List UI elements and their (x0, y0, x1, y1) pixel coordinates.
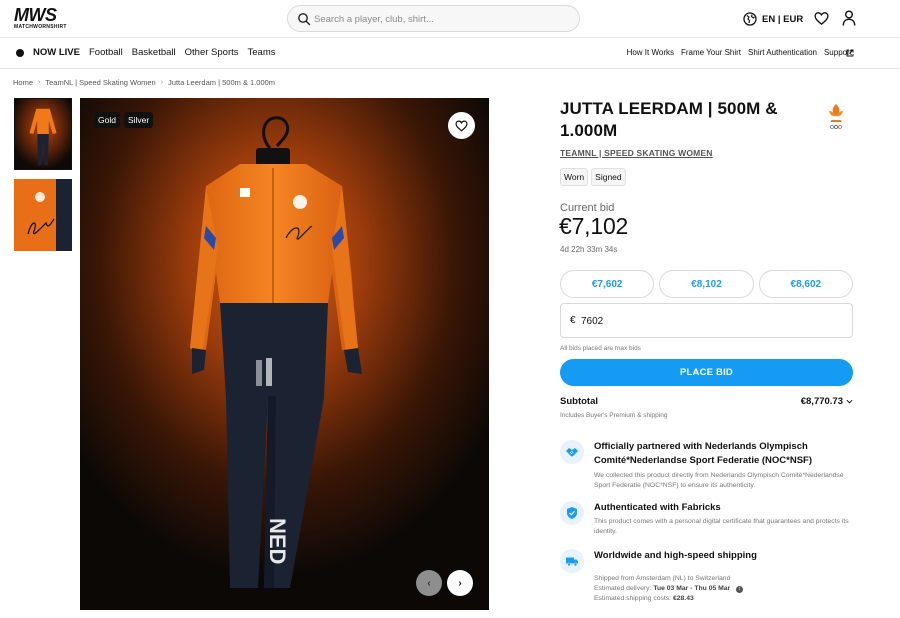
live-dot-icon (16, 48, 24, 57)
badge-worn: Worn (560, 168, 589, 186)
nav-left: NOW LIVE Football Basketball Other Sport… (16, 47, 284, 58)
breadcrumb-chevron-icon: › (38, 79, 41, 86)
logo-main: MWS (14, 5, 57, 25)
nav-item-other-sports[interactable]: Other Sports (185, 47, 239, 58)
nav-item-teams[interactable]: Teams (248, 47, 276, 58)
favorite-button[interactable] (448, 112, 475, 139)
site-logo[interactable]: MWS MATCHWORNSHIRT (14, 6, 74, 32)
feature-partner-text: We collected this product directly from … (594, 472, 844, 489)
estimated-delivery-label: Estimated delivery: (594, 585, 652, 592)
product-badges: Worn Signed (560, 168, 626, 186)
nav-shirt-authentication[interactable]: Shirt Authentication (748, 48, 817, 57)
language-currency-label: EN | EUR (762, 13, 804, 25)
subtotal-toggle[interactable]: €8,770.73 (801, 396, 853, 407)
currency-symbol: € (570, 315, 576, 326)
tag-gold: Gold (94, 112, 120, 128)
globe-icon (743, 12, 757, 26)
product-image[interactable]: NED Gold Silver ‹ › (80, 98, 489, 610)
shipping-cost-label: Estimated shipping costs: (594, 595, 672, 602)
svg-text:NED: NED (265, 518, 290, 564)
breadcrumb-chevron-icon: › (160, 79, 164, 86)
chevron-down-icon (846, 399, 853, 404)
teamnl-logo-icon (829, 104, 843, 129)
estimated-shipping-cost: Estimated shipping costs: €28.43 (594, 594, 853, 604)
auction-countdown: 4d 22h 33m 34s (560, 245, 618, 254)
shipping-cost-value: €28.43 (672, 595, 694, 602)
bid-amount-field[interactable]: € (560, 303, 853, 338)
medal-tags: Gold Silver (94, 112, 154, 128)
main-nav: NOW LIVE Football Basketball Other Sport… (0, 38, 900, 69)
nav-how-it-works[interactable]: How It Works (627, 48, 674, 57)
subtotal-label: Subtotal (560, 396, 598, 407)
thumbnail-front[interactable] (14, 98, 72, 170)
product-team-link[interactable]: TEAMNL | SPEED SKATING WOMEN (560, 148, 713, 158)
thumbnail-signature[interactable] (14, 179, 72, 251)
shipped-from: Shipped from Amsterdam (NL) to Switzerla… (594, 575, 731, 582)
logo-sub: MATCHWORNSHIRT (14, 24, 67, 30)
external-link-icon (846, 49, 854, 57)
breadcrumb-home[interactable]: Home (13, 78, 33, 87)
subtotal-note: Includes Buyer's Premium & shipping (560, 412, 668, 419)
nav-item-football[interactable]: Football (89, 47, 123, 58)
estimated-delivery-value: Tue 03 Mar - Thu 05 Mar (653, 585, 731, 592)
user-icon[interactable] (842, 10, 856, 26)
nav-frame-your-shirt[interactable]: Frame Your Shirt (681, 48, 741, 57)
estimated-delivery: Estimated delivery: Tue 03 Mar - Thu 05 … (594, 584, 853, 594)
feature-partner-title: Officially partnered with Nederlands Oly… (594, 441, 813, 466)
language-currency-selector[interactable]: EN | EUR (743, 11, 803, 27)
place-bid-button[interactable]: PLACE BID (560, 359, 853, 386)
subtotal-value: €8,770.73 (800, 396, 843, 407)
quick-bid-options: €7,602 €8,102 €8,602 (560, 270, 853, 298)
badge-signed: Signed (591, 168, 626, 186)
search-input[interactable] (314, 10, 569, 28)
tag-silver: Silver (123, 112, 154, 128)
previous-image-button[interactable]: ‹ (416, 570, 442, 596)
chevron-left-icon: ‹ (427, 577, 431, 589)
shield-check-icon (560, 501, 584, 525)
breadcrumb-product[interactable]: Jutta Leerdam | 500m & 1.000m (168, 78, 275, 87)
product-photo: NED (80, 98, 489, 610)
product-title: JUTTA LEERDAM | 500M & 1.000M (560, 99, 778, 140)
max-bid-note: All bids placed are max bids (560, 345, 641, 352)
breadcrumb-team[interactable]: TeamNL | Speed Skating Women (45, 78, 155, 87)
truck-icon (560, 549, 584, 573)
breadcrumb: Home › TeamNL | Speed Skating Women › Ju… (13, 78, 275, 87)
quick-bid-button[interactable]: €7,602 (560, 270, 655, 298)
heart-icon (455, 120, 468, 132)
search-icon (298, 13, 311, 26)
info-icon[interactable]: i (736, 586, 744, 593)
feature-shipping-title: Worldwide and high-speed shipping (594, 550, 757, 561)
quick-bid-button[interactable]: €8,602 (758, 270, 853, 298)
chevron-right-icon: › (458, 577, 462, 589)
heart-icon[interactable] (814, 11, 829, 26)
quick-bid-button[interactable]: €8,102 (659, 270, 754, 298)
site-header: MWS MATCHWORNSHIRT EN | EUR (0, 0, 900, 38)
feature-authenticated-text: This product comes with a personal digit… (594, 518, 849, 535)
feature-shipping-text: Shipped from Amsterdam (NL) to Switzerla… (594, 574, 853, 604)
search-bar[interactable] (287, 5, 580, 32)
bid-amount-input[interactable] (581, 313, 781, 329)
nav-right: How It Works Frame Your Shirt Shirt Auth… (627, 48, 852, 57)
nav-item-basketball[interactable]: Basketball (132, 47, 176, 58)
current-bid-value: €7,102 (559, 213, 629, 239)
feature-authenticated-title: Authenticated with Fabricks (594, 502, 721, 513)
next-image-button[interactable]: › (447, 570, 473, 596)
nav-now-live[interactable]: NOW LIVE (33, 47, 80, 58)
handshake-icon (560, 440, 584, 464)
